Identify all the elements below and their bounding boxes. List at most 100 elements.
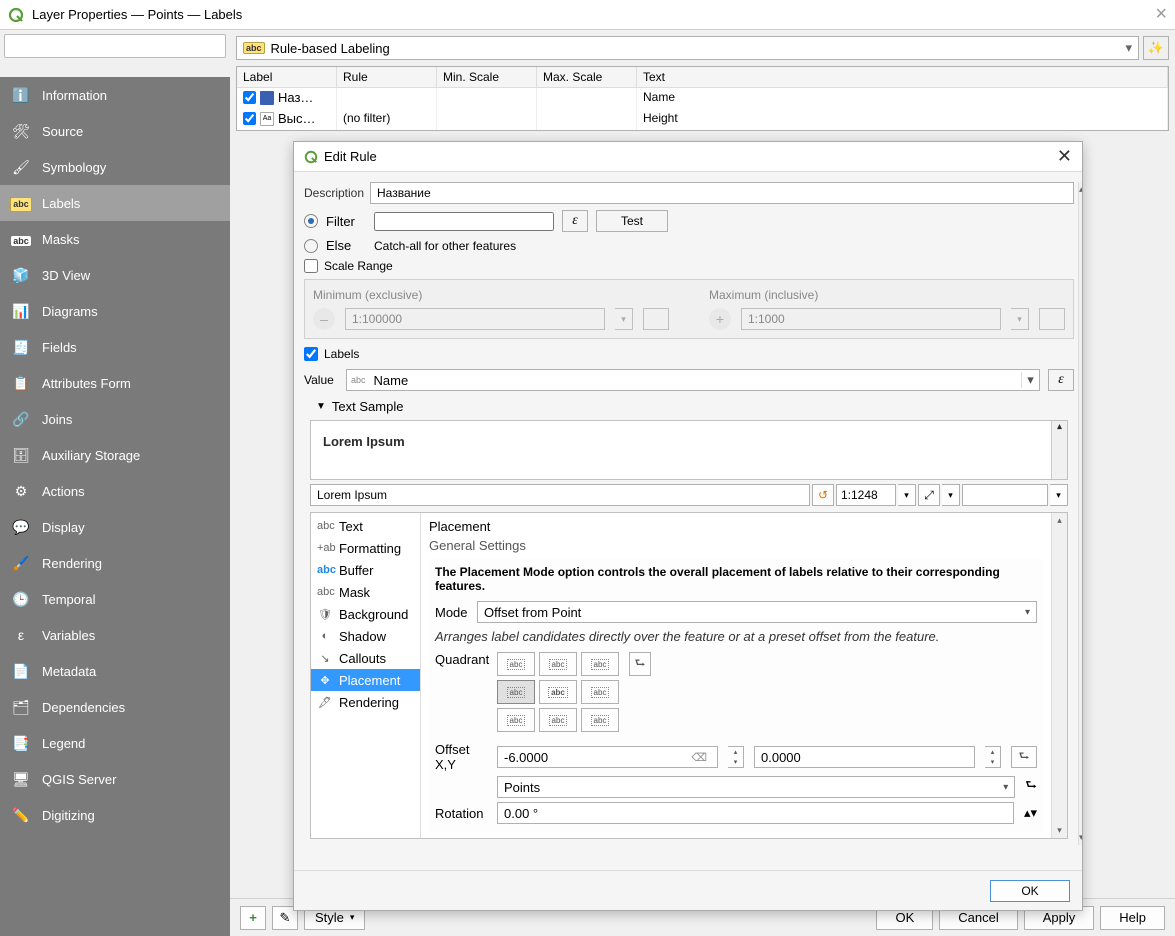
offset-units-combo[interactable]: Points ▾ <box>497 776 1015 798</box>
tab-background[interactable]: 🛡Background <box>311 603 420 625</box>
tab-label: Shadow <box>339 629 386 644</box>
filter-radio[interactable] <box>304 214 318 228</box>
tab-text[interactable]: abcText <box>311 515 420 537</box>
tab-rendering-label[interactable]: 🖋Rendering <box>311 691 420 713</box>
quadrant-tr[interactable]: abc <box>581 652 619 676</box>
quadrant-br[interactable]: abc <box>581 708 619 732</box>
tab-shadow[interactable]: ◐Shadow <box>311 625 420 647</box>
sample-bg-dropdown[interactable]: ▾ <box>1050 484 1068 506</box>
quadrant-override-button[interactable]: ⮑ <box>629 652 651 676</box>
text-sample-header[interactable]: ▼ Text Sample <box>316 399 1074 414</box>
sidebar-item-3dview[interactable]: 🧊3D View <box>0 257 230 293</box>
sidebar-item-actions[interactable]: ⚙Actions <box>0 473 230 509</box>
mode-combo[interactable]: Offset from Point ▾ <box>477 601 1037 623</box>
table-row[interactable]: AaВыс… (no filter) Height <box>237 109 1168 130</box>
sidebar-item-source[interactable]: 🛠Source <box>0 113 230 149</box>
rendering-tab-icon: 🖋 <box>317 696 333 709</box>
offset-y-input[interactable]: 0.0000 <box>754 746 975 768</box>
sidebar-item-qgis-server[interactable]: 🖥QGIS Server <box>0 761 230 797</box>
description-input[interactable] <box>370 182 1074 204</box>
dialog-close-button[interactable]: ✕ <box>1057 146 1072 167</box>
tab-content-scrollbar[interactable]: ▴▾ <box>1051 513 1067 838</box>
quadrant-center[interactable]: abc <box>539 680 577 704</box>
qgis-icon <box>8 7 24 23</box>
filter-input[interactable] <box>374 212 554 231</box>
else-radio[interactable] <box>304 239 318 253</box>
sidebar-item-dependencies[interactable]: 🗂Dependencies <box>0 689 230 725</box>
value-combo[interactable]: abc Name ▾ <box>346 369 1040 391</box>
sidebar-item-masks[interactable]: abcMasks <box>0 221 230 257</box>
quadrant-tl[interactable]: abc <box>497 652 535 676</box>
offset-y-value: 0.0000 <box>761 750 801 765</box>
sidebar-item-fields[interactable]: 🧾Fields <box>0 329 230 365</box>
rule-table: Label Rule Min. Scale Max. Scale Text На… <box>236 66 1169 131</box>
sidebar-item-diagrams[interactable]: 📊Diagrams <box>0 293 230 329</box>
col-rule[interactable]: Rule <box>337 67 437 88</box>
labeling-mode-combo[interactable]: abc Rule-based Labeling ▾ <box>236 36 1139 60</box>
col-text[interactable]: Text <box>637 67 1168 88</box>
sidebar-item-symbology[interactable]: 🖌Symbology <box>0 149 230 185</box>
sidebar-item-labels[interactable]: abcLabels <box>0 185 230 221</box>
rotation-spinner[interactable]: ▴▾ <box>1024 805 1037 821</box>
sidebar-item-temporal[interactable]: 🕒Temporal <box>0 581 230 617</box>
sidebar-item-digitizing[interactable]: ✏️Digitizing <box>0 797 230 833</box>
row-text: Name <box>637 88 1168 109</box>
col-label[interactable]: Label <box>237 67 337 88</box>
expression-button[interactable]: ε <box>562 210 588 232</box>
dialog-scrollbar[interactable]: ▴▾ <box>1078 182 1082 845</box>
sample-background-color[interactable] <box>962 484 1048 506</box>
offset-y-spinner[interactable]: ▴▾ <box>985 746 1001 768</box>
labels-checkbox[interactable] <box>304 347 318 361</box>
offset-x-spinner[interactable]: ▴▾ <box>728 746 744 768</box>
quadrant-tc[interactable]: abc <box>539 652 577 676</box>
add-rule-button[interactable]: + <box>240 906 266 930</box>
row-checkbox[interactable] <box>243 112 256 125</box>
rotation-label: Rotation <box>435 806 487 821</box>
tab-mask[interactable]: abcMask <box>311 581 420 603</box>
sidebar-search-input[interactable] <box>4 34 226 58</box>
sample-scale-input[interactable] <box>836 484 896 506</box>
sample-zoom-to-button[interactable]: ⤢ <box>918 484 940 506</box>
sample-scale-dropdown[interactable]: ▾ <box>898 484 916 506</box>
offset-x-input[interactable]: -6.0000⌫ <box>497 746 718 768</box>
table-row[interactable]: Наз… Name <box>237 88 1168 109</box>
scale-range-checkbox[interactable] <box>304 259 318 273</box>
sidebar-item-rendering[interactable]: 🖌️Rendering <box>0 545 230 581</box>
tab-callouts[interactable]: ↘Callouts <box>311 647 420 669</box>
tab-placement[interactable]: ✥Placement <box>311 669 420 691</box>
tab-formatting[interactable]: +abFormatting <box>311 537 420 559</box>
col-max[interactable]: Max. Scale <box>537 67 637 88</box>
tab-buffer[interactable]: abcBuffer <box>311 559 420 581</box>
search-icon: 🔍 <box>0 60 1 74</box>
window-close-button[interactable]: × <box>1155 3 1167 26</box>
sidebar-item-metadata[interactable]: 📄Metadata <box>0 653 230 689</box>
sidebar-item-joins[interactable]: 🔗Joins <box>0 401 230 437</box>
min-scale-override <box>643 308 669 330</box>
quadrant-bl[interactable]: abc <box>497 708 535 732</box>
offset-override-button[interactable]: ⮑ <box>1011 746 1037 768</box>
sidebar-item-display[interactable]: 💬Display <box>0 509 230 545</box>
quadrant-ml[interactable]: abc <box>497 680 535 704</box>
sample-zoom-dropdown[interactable]: ▾ <box>942 484 960 506</box>
help-button[interactable]: Help <box>1100 906 1165 930</box>
value-expression-button[interactable]: ε <box>1048 369 1074 391</box>
row-checkbox[interactable] <box>243 91 256 104</box>
sidebar-item-legend[interactable]: 📑Legend <box>0 725 230 761</box>
quadrant-bc[interactable]: abc <box>539 708 577 732</box>
sidebar-item-attributes-form[interactable]: 📋Attributes Form <box>0 365 230 401</box>
reset-sample-button[interactable]: ↺ <box>812 484 834 506</box>
rotation-input[interactable]: 0.00 ° <box>497 802 1014 824</box>
sidebar-item-auxiliary-storage[interactable]: 🗄Auxiliary Storage <box>0 437 230 473</box>
automated-placement-button[interactable]: ✨ <box>1143 36 1169 60</box>
test-button[interactable]: Test <box>596 210 668 232</box>
sidebar-item-label: Symbology <box>42 160 106 175</box>
col-min[interactable]: Min. Scale <box>437 67 537 88</box>
units-override-button[interactable]: ⮑ <box>1025 776 1037 798</box>
dialog-ok-button[interactable]: OK <box>990 880 1070 902</box>
sidebar-item-information[interactable]: ℹ️Information <box>0 77 230 113</box>
clear-x-icon[interactable]: ⌫ <box>687 751 711 764</box>
quadrant-mr[interactable]: abc <box>581 680 619 704</box>
sample-scrollbar[interactable]: ▴ <box>1051 421 1067 479</box>
sidebar-item-variables[interactable]: εVariables <box>0 617 230 653</box>
sample-text-input[interactable] <box>310 484 810 506</box>
